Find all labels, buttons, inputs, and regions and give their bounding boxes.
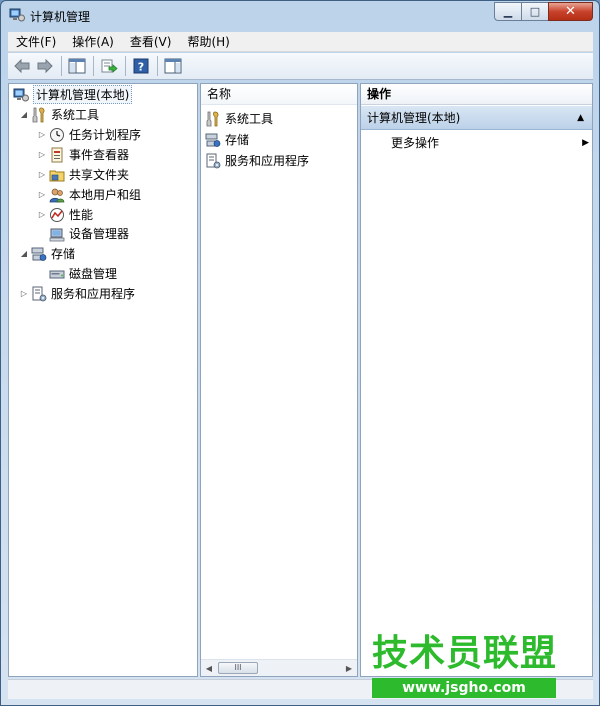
services-icon: [205, 153, 221, 169]
toolbar-separator: [93, 56, 94, 76]
back-icon: [14, 59, 30, 73]
menu-file[interactable]: 文件(F): [8, 32, 64, 52]
tree-item-task-scheduler[interactable]: ▷ 任务计划程序: [37, 125, 141, 144]
services-icon: [31, 286, 47, 302]
tree-label: 事件查看器: [69, 148, 130, 162]
tree-item-disk-management[interactable]: 磁盘管理: [49, 264, 117, 283]
scroll-thumb[interactable]: III: [218, 662, 258, 674]
back-button[interactable]: [11, 55, 33, 77]
tree-label: 设备管理器: [69, 227, 130, 241]
users-icon: [49, 187, 65, 203]
expanded-arrow-icon[interactable]: ◢: [19, 110, 29, 120]
tree-item-device-manager[interactable]: 设备管理器: [49, 224, 129, 243]
actions-section-label: 计算机管理(本地): [367, 111, 461, 125]
event-viewer-icon: [49, 147, 65, 163]
more-actions-item[interactable]: 更多操作 ▶: [391, 133, 591, 153]
watermark-url: www.jsgho.com: [372, 678, 556, 698]
menu-help[interactable]: 帮助(H): [179, 32, 237, 52]
actions-pane: 操作 计算机管理(本地) ▲ 更多操作 ▶: [360, 83, 593, 677]
tree-item-root[interactable]: 计算机管理(本地): [13, 85, 133, 104]
system-tools-icon: [205, 111, 221, 127]
tree-item-local-users[interactable]: ▷ 本地用户和组: [37, 185, 141, 204]
help-icon: ?: [133, 58, 149, 74]
storage-icon: [205, 132, 221, 148]
forward-button[interactable]: [34, 55, 56, 77]
list-item-label: 服务和应用程序: [225, 154, 310, 168]
more-actions-label: 更多操作: [391, 136, 440, 150]
help-button[interactable]: ?: [130, 55, 152, 77]
watermark-logo: 技术员联盟 www.jsgho.com: [372, 634, 598, 702]
tree-label: 共享文件夹: [69, 168, 130, 182]
toolbar: ?: [8, 53, 593, 80]
show-hide-tree-icon: [68, 58, 86, 74]
tree-label: 性能: [69, 208, 94, 222]
system-tools-icon: [31, 107, 47, 123]
tree-item-storage[interactable]: ◢ 存储: [19, 244, 75, 263]
tree-label: 磁盘管理: [69, 267, 118, 281]
list-item[interactable]: 存储: [205, 130, 249, 149]
shared-folder-icon: [49, 167, 65, 183]
horizontal-scrollbar[interactable]: ◀ III ▶: [201, 659, 357, 676]
tree-label: 存储: [51, 247, 76, 261]
tree-item-services[interactable]: ▷ 服务和应用程序: [19, 284, 135, 303]
menu-view[interactable]: 查看(V): [122, 32, 180, 52]
toolbar-separator: [125, 56, 126, 76]
results-pane[interactable]: 名称 系统工具 存储 服务和应用程序 ◀ III ▶: [200, 83, 358, 677]
storage-icon: [31, 246, 47, 262]
close-button[interactable]: ✕: [548, 2, 593, 21]
disk-management-icon: [49, 266, 65, 282]
scroll-right-icon[interactable]: ▶: [343, 662, 355, 674]
device-manager-icon: [49, 226, 65, 242]
tree-item-shared-folders[interactable]: ▷ 共享文件夹: [37, 165, 129, 184]
actions-section-computer-management[interactable]: 计算机管理(本地) ▲: [361, 106, 592, 130]
column-header-name[interactable]: 名称: [201, 84, 357, 105]
clock-icon: [49, 127, 65, 143]
toolbar-separator: [157, 56, 158, 76]
actions-header: 操作: [361, 84, 592, 105]
tree-label: 任务计划程序: [69, 128, 142, 142]
svg-text:?: ?: [138, 61, 144, 74]
tree-label: 计算机管理(本地): [33, 85, 133, 104]
export-list-button[interactable]: [98, 55, 120, 77]
collapsed-arrow-icon[interactable]: ▷: [37, 190, 47, 200]
collapsed-arrow-icon[interactable]: ▷: [37, 130, 47, 140]
show-hide-action-pane-button[interactable]: [162, 55, 184, 77]
collapsed-arrow-icon[interactable]: ▷: [37, 150, 47, 160]
window-controls: ▁ □ ✕: [494, 2, 593, 21]
collapse-up-icon[interactable]: ▲: [577, 106, 584, 130]
window-title: 计算机管理: [30, 10, 91, 24]
tree-label: 系统工具: [51, 108, 100, 122]
watermark-title: 技术员联盟: [372, 633, 558, 674]
forward-icon: [37, 59, 53, 73]
expanded-arrow-icon[interactable]: ◢: [19, 249, 29, 259]
menu-action[interactable]: 操作(A): [64, 32, 122, 52]
computer-management-icon: [9, 8, 25, 22]
title-bar[interactable]: 计算机管理 ▁ □ ✕: [1, 1, 599, 31]
export-list-icon: [101, 59, 118, 73]
submenu-arrow-icon: ▶: [582, 138, 589, 148]
list-item[interactable]: 服务和应用程序: [205, 151, 309, 170]
performance-icon: [49, 207, 65, 223]
minimize-button[interactable]: ▁: [494, 2, 521, 21]
list-item-label: 系统工具: [225, 112, 274, 126]
show-hide-action-pane-icon: [164, 58, 182, 74]
tree-item-event-viewer[interactable]: ▷ 事件查看器: [37, 145, 129, 164]
show-hide-tree-button[interactable]: [66, 55, 88, 77]
tree-item-performance[interactable]: ▷ 性能: [37, 205, 93, 224]
maximize-button[interactable]: □: [521, 2, 548, 21]
scroll-left-icon[interactable]: ◀: [203, 662, 215, 674]
collapsed-arrow-icon[interactable]: ▷: [37, 170, 47, 180]
toolbar-separator: [61, 56, 62, 76]
console-tree-pane[interactable]: 计算机管理(本地) ◢ 系统工具 ▷ 任务计划程序 ▷ 事件查看器 ▷ 共享文件…: [8, 83, 198, 677]
list-item[interactable]: 系统工具: [205, 109, 273, 128]
collapsed-arrow-icon[interactable]: ▷: [19, 289, 29, 299]
menu-bar: 文件(F) 操作(A) 查看(V) 帮助(H): [8, 32, 593, 52]
tree-item-system-tools[interactable]: ◢ 系统工具: [19, 105, 99, 124]
computer-management-icon: [13, 87, 29, 103]
computer-management-window: 计算机管理 ▁ □ ✕ 文件(F) 操作(A) 查看(V) 帮助(H) ? 计算…: [0, 0, 600, 706]
collapsed-arrow-icon[interactable]: ▷: [37, 210, 47, 220]
list-item-label: 存储: [225, 133, 250, 147]
tree-label: 本地用户和组: [69, 188, 142, 202]
tree-label: 服务和应用程序: [51, 287, 136, 301]
